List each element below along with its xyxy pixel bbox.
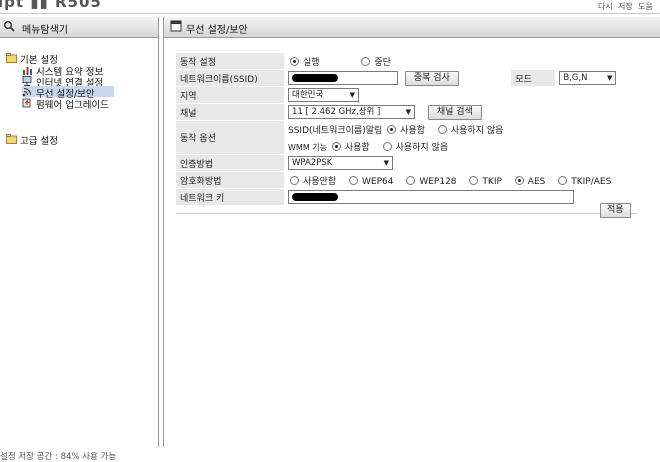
menu-explorer-title: 메뉴탐색기 bbox=[22, 25, 68, 36]
operation-on-label: 실행 bbox=[303, 57, 320, 68]
operation-label: 동작 설정 bbox=[176, 53, 284, 70]
encryption-row: 암호화방법 사용안함 WEP64 WEP128 TKIP AES TKIP/AE… bbox=[176, 171, 638, 189]
region-select[interactable]: 대한민국 ▼ bbox=[288, 88, 359, 102]
apply-button[interactable]: 적용 bbox=[600, 203, 631, 218]
wireless-icon bbox=[22, 88, 31, 97]
ssid-duplicate-check-button[interactable]: 중복 검사 bbox=[404, 70, 459, 86]
encryption-option-label: WEP64 bbox=[362, 176, 394, 187]
ssid-broadcast-off-radio[interactable] bbox=[437, 124, 447, 134]
key-row: 네트워크 키 bbox=[176, 188, 638, 206]
auth-label: 인증방법 bbox=[176, 154, 284, 172]
menu-explorer-panel: 메뉴탐색기 기본 설정 시스템 요약 정보 인터넷 연결 설정 무선 설정/보안 bbox=[0, 17, 159, 462]
encryption-option-label: AES bbox=[527, 176, 546, 187]
ssid-row: 네트워크이름(SSID) 중복 검사 모드 B,G,N ▼ bbox=[176, 69, 638, 87]
chevron-down-icon: ▼ bbox=[349, 91, 355, 99]
window-icon bbox=[170, 20, 182, 32]
help-link[interactable]: 도움 bbox=[638, 1, 653, 12]
encryption-label: 암호화방법 bbox=[176, 171, 284, 189]
ssid-broadcast-off-label: 사용하지 않음 bbox=[450, 125, 504, 136]
operation-off-label: 중단 bbox=[374, 57, 391, 68]
mode-label: 모드 bbox=[511, 69, 556, 87]
magnifier-icon bbox=[4, 21, 15, 32]
wireless-form: 동작 설정 실행 중단 네트워크이름(SSID) 중복 검사 모드 B,G,N ▼… bbox=[176, 53, 638, 206]
region-row: 지역 대한민국 ▼ bbox=[176, 86, 638, 104]
page-title: 무선 설정/보안 bbox=[186, 25, 248, 36]
brand-logo: ipt ▮▮ R505 bbox=[0, 0, 102, 11]
tree-group-label: 고급 설정 bbox=[20, 136, 58, 147]
menu-explorer-header: 메뉴탐색기 bbox=[0, 17, 158, 38]
encryption-option-label: WEP128 bbox=[419, 176, 457, 187]
operation-off-radio[interactable] bbox=[361, 56, 371, 66]
bar-chart-icon bbox=[23, 67, 32, 75]
restart-link[interactable]: 다시 bbox=[598, 1, 613, 12]
network-key-input[interactable] bbox=[288, 190, 574, 204]
operation-on-radio[interactable] bbox=[290, 56, 299, 66]
encryption-none-radio[interactable] bbox=[290, 175, 299, 185]
ssid-broadcast-on-label: 사용함 bbox=[400, 125, 425, 136]
encryption-option-label: TKIP bbox=[482, 176, 502, 187]
ssid-broadcast-label: SSID(네트워크이름)알림 bbox=[288, 125, 383, 136]
encryption-option-label: 사용안함 bbox=[303, 176, 337, 187]
options-row: 동작 옵션 SSID(네트워크이름)알림 사용함 사용하지 않음 bbox=[176, 120, 638, 155]
wireless-settings-header: 무선 설정/보안 bbox=[164, 17, 660, 38]
encryption-tkip-aes-radio[interactable] bbox=[558, 175, 568, 185]
encryption-aes-radio[interactable] bbox=[514, 175, 524, 185]
wireless-settings-panel: 무선 설정/보안 동작 설정 실행 중단 네트워크이름(SSID) 중복 검사 … bbox=[163, 17, 660, 447]
storage-status: 설정 저장 공간 : 84% 사용 가능 bbox=[0, 452, 117, 462]
encryption-wep128-radio[interactable] bbox=[406, 175, 416, 185]
region-label: 지역 bbox=[176, 86, 284, 104]
wmm-on-label: 사용함 bbox=[344, 142, 370, 153]
encryption-option-label: TKIP/AES bbox=[571, 176, 612, 187]
operation-row: 동작 설정 실행 중단 bbox=[176, 53, 638, 70]
form-divider bbox=[176, 213, 638, 214]
network-icon bbox=[22, 76, 32, 86]
chevron-down-icon: ▼ bbox=[606, 74, 613, 82]
wmm-off-radio[interactable] bbox=[382, 141, 392, 151]
channel-select[interactable]: 11 [ 2.462 GHz,상위 ] ▼ bbox=[288, 105, 415, 119]
folder-icon bbox=[6, 134, 17, 144]
sidebar-item-label: 펌웨어 업그레이드 bbox=[36, 100, 109, 111]
mode-select[interactable]: B,G,N ▼ bbox=[559, 71, 617, 85]
chevron-down-icon: ▼ bbox=[383, 159, 389, 167]
ssid-label: 네트워크이름(SSID) bbox=[176, 69, 284, 87]
encryption-wep64-radio[interactable] bbox=[349, 175, 358, 185]
options-label: 동작 옵션 bbox=[176, 120, 284, 155]
channel-search-button[interactable]: 채널 검색 bbox=[427, 104, 482, 120]
auth-select[interactable]: WPA2PSK ▼ bbox=[288, 156, 393, 170]
ssid-input[interactable] bbox=[288, 71, 398, 85]
save-link[interactable]: 저장 bbox=[618, 1, 633, 12]
wmm-off-label: 사용하지 않음 bbox=[395, 142, 449, 153]
wmm-on-radio[interactable] bbox=[331, 141, 341, 151]
encryption-tkip-radio[interactable] bbox=[469, 175, 479, 185]
top-bar: ipt ▮▮ R505 다시 저장 도움 bbox=[0, 0, 660, 14]
auth-row: 인증방법 WPA2PSK ▼ bbox=[176, 154, 638, 172]
ssid-broadcast-on-radio[interactable] bbox=[387, 124, 397, 134]
sidebar-item-wireless-security[interactable]: 무선 설정/보안 bbox=[22, 86, 114, 100]
channel-label: 채널 bbox=[176, 103, 284, 121]
firmware-icon bbox=[22, 98, 31, 108]
key-label: 네트워크 키 bbox=[176, 188, 284, 206]
wmm-label: WMM 기능 bbox=[288, 142, 327, 152]
chevron-down-icon: ▼ bbox=[405, 108, 411, 116]
channel-row: 채널 11 [ 2.462 GHz,상위 ] ▼ 채널 검색 bbox=[176, 103, 638, 121]
folder-open-icon bbox=[6, 53, 17, 63]
